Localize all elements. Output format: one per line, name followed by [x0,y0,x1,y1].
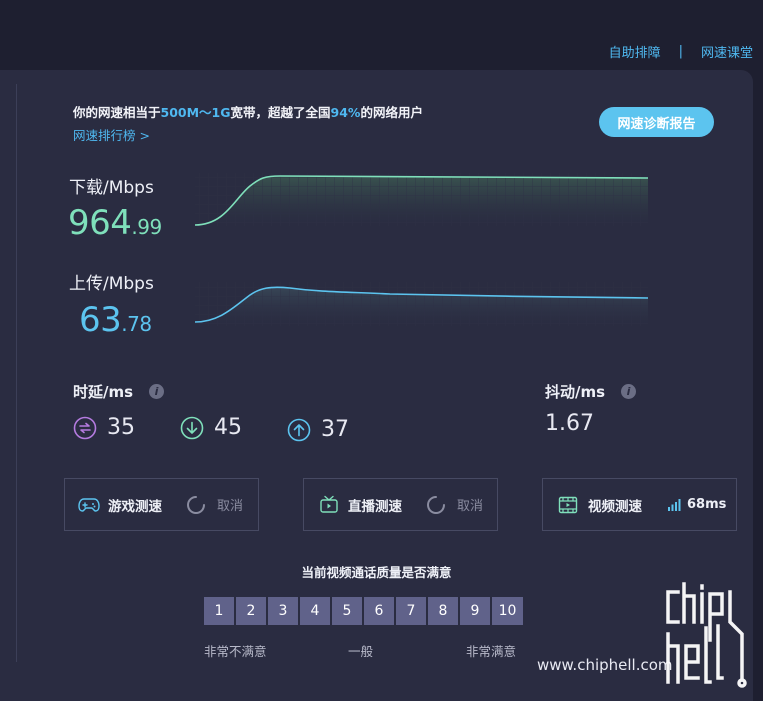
rating-option-9[interactable]: 9 [460,597,490,625]
latency-download: 45 [180,415,242,440]
diagnose-report-button[interactable]: 网速诊断报告 [599,107,714,137]
survey-question: 当前视频通话质量是否满意 [301,565,452,580]
download-label: 下载/Mbps [69,178,154,198]
self-troubleshoot-link[interactable]: 自助排障 [609,42,661,61]
game-test-cancel[interactable]: 取消 [217,495,243,514]
arrow-up-circle-icon [287,418,311,441]
jitter-info-icon[interactable]: i [621,384,636,399]
latency-label: 时延/ms [73,383,134,401]
chiphell-logo [666,582,747,688]
rating-option-6[interactable]: 6 [364,597,394,625]
watermark-text: www.chiphell.com [537,656,673,674]
rating-low-label: 非常不满意 [204,644,267,659]
upload-label: 上传/Mbps [69,274,154,294]
top-bar: 自助排障 | 网速课堂 [0,0,763,70]
signal-bars-icon [668,498,681,511]
rating-option-10[interactable]: 10 [492,597,523,625]
speed-summary: 你的网速相当于500M～1G宽带，超越了全国94%的网络用户 [73,105,423,120]
latency-upload: 37 [287,417,349,442]
rating-option-8[interactable]: 8 [428,597,458,625]
rating-option-4[interactable]: 4 [300,597,330,625]
video-film-icon [558,496,578,513]
upload-value: 63.78 [79,300,152,340]
rating-scale: 1 2 3 4 5 6 7 8 9 10 [204,597,523,625]
game-test-label: 游戏测速 [108,498,162,515]
rating-high-label: 非常满意 [466,644,517,659]
video-test-result: 68ms [687,497,727,512]
gamepad-icon [78,497,100,512]
upload-curve [194,282,649,326]
rating-option-5[interactable]: 5 [332,597,362,625]
rating-option-2[interactable]: 2 [236,597,266,625]
video-test-label: 视频测速 [588,498,642,515]
loading-spinner-icon [187,495,205,514]
latency-overall: 35 [73,415,135,440]
header-links: 自助排障 | 网速课堂 [609,42,753,61]
swap-icon [73,416,97,439]
bandwidth-equivalent: 500M～1G [160,105,231,120]
speed-class-link[interactable]: 网速课堂 [701,42,753,61]
game-test-box[interactable]: 游戏测速 取消 [64,478,259,531]
download-curve [194,173,649,226]
live-test-box[interactable]: 直播测速 取消 [303,478,498,531]
loading-spinner-icon [427,495,445,514]
rating-option-3[interactable]: 3 [268,597,298,625]
tv-icon [320,495,338,513]
video-test-box[interactable]: 视频测速 68ms [542,478,737,531]
arrow-down-circle-icon [180,416,204,439]
link-separator: | [678,44,683,59]
download-value: 964.99 [68,203,162,243]
rating-mid-label: 一般 [348,644,374,659]
speed-ranking-link[interactable]: 网速排行榜 > [73,125,150,144]
live-test-label: 直播测速 [348,498,402,515]
percentile: 94% [330,105,361,120]
jitter-label: 抖动/ms [545,383,606,401]
live-test-cancel[interactable]: 取消 [457,495,483,514]
speed-result-panel: 你的网速相当于500M～1G宽带，超越了全国94%的网络用户 网速排行榜 > 网… [0,70,753,701]
latency-upload-value: 37 [321,417,349,442]
rating-option-1[interactable]: 1 [204,597,234,625]
latency-download-value: 45 [214,415,242,440]
rating-option-7[interactable]: 7 [396,597,426,625]
latency-overall-value: 35 [107,415,135,440]
jitter-value: 1.67 [545,411,594,436]
latency-info-icon[interactable]: i [149,384,164,399]
